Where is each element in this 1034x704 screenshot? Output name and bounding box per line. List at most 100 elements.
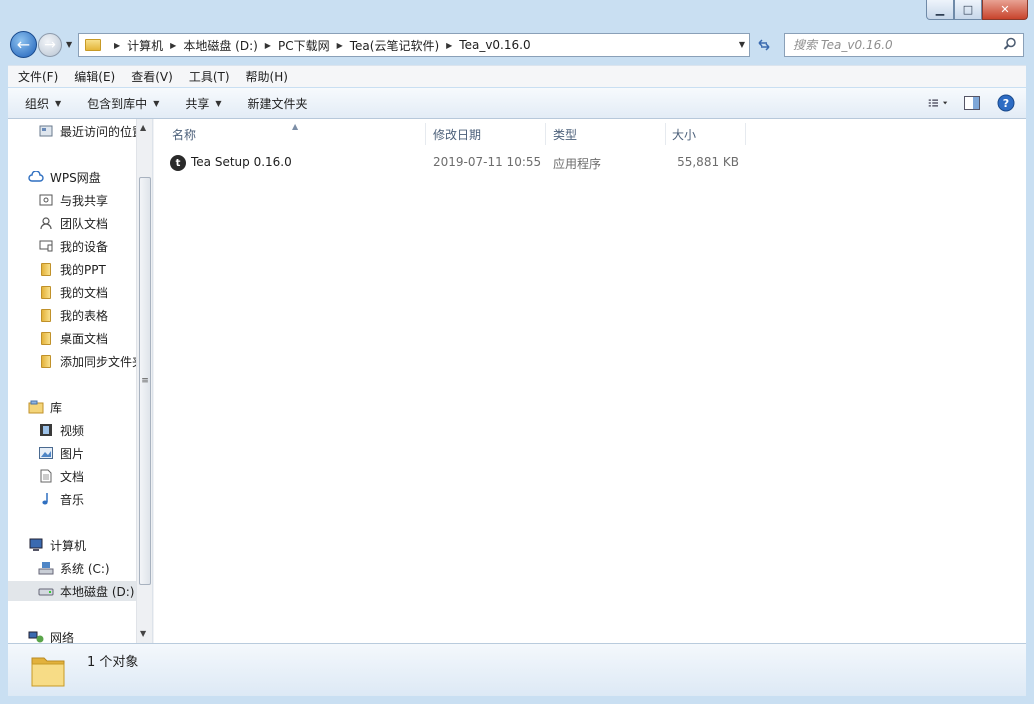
device-icon bbox=[38, 238, 54, 254]
nav-shared-with-me[interactable]: 与我共享 bbox=[38, 190, 108, 210]
nav-computer-label: 计算机 bbox=[50, 538, 87, 553]
computer-icon bbox=[28, 537, 44, 553]
search-icon[interactable] bbox=[1003, 37, 1017, 51]
chevron-down-icon: ▼ bbox=[153, 98, 160, 108]
nav-videos-label: 视频 bbox=[60, 423, 85, 438]
nav-music[interactable]: 音乐 bbox=[38, 489, 84, 509]
breadcrumb-computer[interactable]: 计算机 bbox=[127, 37, 163, 54]
breadcrumb-pc-download[interactable]: PC下载网 bbox=[278, 37, 330, 54]
maximize-button[interactable]: □ bbox=[954, 0, 982, 20]
document-icon bbox=[38, 468, 54, 484]
nav-my-documents[interactable]: 我的文档 bbox=[38, 282, 108, 302]
nav-recent-places-label: 最近访问的位置 bbox=[60, 124, 145, 139]
nav-recent-places[interactable]: 最近访问的位置 bbox=[38, 121, 144, 141]
nav-pictures-label: 图片 bbox=[60, 446, 85, 461]
search-box[interactable] bbox=[784, 33, 1024, 57]
file-type: 应用程序 bbox=[553, 157, 602, 171]
help-button[interactable]: ? bbox=[996, 93, 1016, 113]
forward-button[interactable]: → bbox=[38, 33, 62, 57]
nav-libraries[interactable]: 库 bbox=[28, 397, 62, 417]
navigation-row: ← → ▼ ▶ 计算机 ▶ 本地磁盘 (D:) ▶ PC下载网 ▶ Tea(云笔… bbox=[0, 28, 1034, 62]
column-name-label: 名称 bbox=[172, 127, 197, 142]
drive-icon bbox=[38, 583, 54, 599]
library-icon bbox=[28, 399, 44, 415]
music-icon bbox=[38, 491, 54, 507]
organize-button[interactable]: 组织 ▼ bbox=[25, 95, 61, 112]
menu-edit[interactable]: 编辑(E) bbox=[74, 68, 115, 85]
menu-view[interactable]: 查看(V) bbox=[131, 68, 173, 85]
share-button[interactable]: 共享 ▼ bbox=[185, 95, 221, 112]
chevron-down-icon: ▼ bbox=[215, 98, 222, 108]
item-count: 1 个对象 bbox=[87, 655, 139, 670]
chevron-right-icon[interactable]: ▶ bbox=[170, 41, 176, 50]
chevron-right-icon[interactable]: ▶ bbox=[446, 41, 452, 50]
include-in-library-button[interactable]: 包含到库中 ▼ bbox=[87, 95, 159, 112]
nav-scrollbar[interactable]: ▲ ≡ ▼ bbox=[136, 119, 152, 643]
close-button[interactable]: ✕ bbox=[982, 0, 1028, 20]
new-folder-button[interactable]: 新建文件夹 bbox=[248, 95, 308, 112]
picture-icon bbox=[38, 445, 54, 461]
navigation-pane: 最近访问的位置 WPS网盘 与我共享 团队文档 我的设备 我的PPT 我的文档 … bbox=[8, 119, 152, 643]
column-size-label: 大小 bbox=[672, 127, 697, 142]
menu-help[interactable]: 帮助(H) bbox=[246, 68, 288, 85]
minimize-button[interactable]: ▁ bbox=[926, 0, 954, 20]
column-header-type[interactable]: 类型 bbox=[546, 123, 666, 145]
chevron-right-icon[interactable]: ▶ bbox=[114, 41, 120, 50]
nav-computer[interactable]: 计算机 bbox=[28, 535, 86, 555]
scroll-down-icon[interactable]: ▼ bbox=[140, 629, 146, 638]
folder-icon bbox=[38, 307, 54, 323]
file-list: 名称 ▲ 修改日期 类型 大小 t Tea Setup 0.16.0 2019-… bbox=[154, 119, 1026, 643]
nav-network[interactable]: 网络 bbox=[28, 627, 74, 643]
column-header-date[interactable]: 修改日期 bbox=[426, 123, 546, 145]
nav-videos[interactable]: 视频 bbox=[38, 420, 84, 440]
nav-my-sheets[interactable]: 我的表格 bbox=[38, 305, 108, 325]
view-options-button[interactable] bbox=[928, 93, 948, 113]
nav-documents-label: 文档 bbox=[60, 469, 85, 484]
nav-network-label: 网络 bbox=[50, 630, 75, 644]
column-date-label: 修改日期 bbox=[433, 127, 482, 142]
column-header-name[interactable]: 名称 ▲ bbox=[154, 122, 426, 145]
grip-icon: ≡ bbox=[141, 376, 149, 386]
nav-music-label: 音乐 bbox=[60, 492, 85, 507]
folder-icon bbox=[31, 657, 65, 687]
refresh-button[interactable] bbox=[752, 33, 776, 57]
new-folder-label: 新建文件夹 bbox=[247, 96, 308, 111]
nav-desktop-docs[interactable]: 桌面文档 bbox=[38, 328, 108, 348]
preview-pane-button[interactable] bbox=[962, 93, 982, 113]
breadcrumb-tea-version[interactable]: Tea_v0.16.0 bbox=[459, 38, 530, 52]
nav-wps-cloud[interactable]: WPS网盘 bbox=[28, 167, 101, 187]
table-row[interactable]: t Tea Setup 0.16.0 2019-07-11 10:55 应用程序… bbox=[166, 152, 746, 174]
search-input[interactable] bbox=[793, 38, 993, 52]
nav-scrollbar-thumb[interactable]: ≡ bbox=[139, 177, 151, 585]
nav-team-docs[interactable]: 团队文档 bbox=[38, 213, 108, 233]
nav-add-sync-folder[interactable]: 添加同步文件夹 bbox=[38, 351, 144, 371]
back-button[interactable]: ← bbox=[10, 31, 37, 58]
breadcrumb-tea[interactable]: Tea(云笔记软件) bbox=[350, 37, 439, 54]
breadcrumb-drive-d[interactable]: 本地磁盘 (D:) bbox=[183, 37, 257, 54]
scroll-up-icon[interactable]: ▲ bbox=[140, 123, 146, 132]
chevron-down-icon[interactable]: ▼ bbox=[739, 40, 745, 49]
recent-pages-dropdown[interactable]: ▼ bbox=[66, 40, 72, 49]
menu-file[interactable]: 文件(F) bbox=[18, 68, 58, 85]
folder-icon bbox=[38, 261, 54, 277]
chevron-down-icon: ▼ bbox=[55, 98, 62, 108]
nav-local-drive-d-label: 本地磁盘 (D:) bbox=[60, 584, 135, 599]
details-view-icon bbox=[928, 99, 948, 107]
nav-system-drive-c[interactable]: 系统 (C:) bbox=[38, 558, 110, 578]
explorer-window: ▁ □ ✕ ← → ▼ ▶ 计算机 ▶ 本地磁盘 (D:) ▶ PC下载网 ▶ … bbox=[0, 0, 1034, 704]
file-name: Tea Setup 0.16.0 bbox=[191, 155, 292, 169]
arrow-right-icon: → bbox=[44, 37, 56, 53]
nav-my-devices-label: 我的设备 bbox=[60, 239, 109, 254]
nav-documents[interactable]: 文档 bbox=[38, 466, 84, 486]
chevron-right-icon[interactable]: ▶ bbox=[337, 41, 343, 50]
nav-pictures[interactable]: 图片 bbox=[38, 443, 84, 463]
nav-my-devices[interactable]: 我的设备 bbox=[38, 236, 108, 256]
nav-my-ppt[interactable]: 我的PPT bbox=[38, 259, 106, 279]
recent-places-icon bbox=[38, 123, 54, 139]
column-header-size[interactable]: 大小 bbox=[666, 123, 746, 145]
menu-tools[interactable]: 工具(T) bbox=[189, 68, 230, 85]
svg-text:?: ? bbox=[1003, 97, 1009, 110]
nav-local-drive-d[interactable]: 本地磁盘 (D:) bbox=[8, 581, 136, 601]
chevron-right-icon[interactable]: ▶ bbox=[265, 41, 271, 50]
address-bar[interactable]: ▶ 计算机 ▶ 本地磁盘 (D:) ▶ PC下载网 ▶ Tea(云笔记软件) ▶… bbox=[78, 33, 750, 57]
